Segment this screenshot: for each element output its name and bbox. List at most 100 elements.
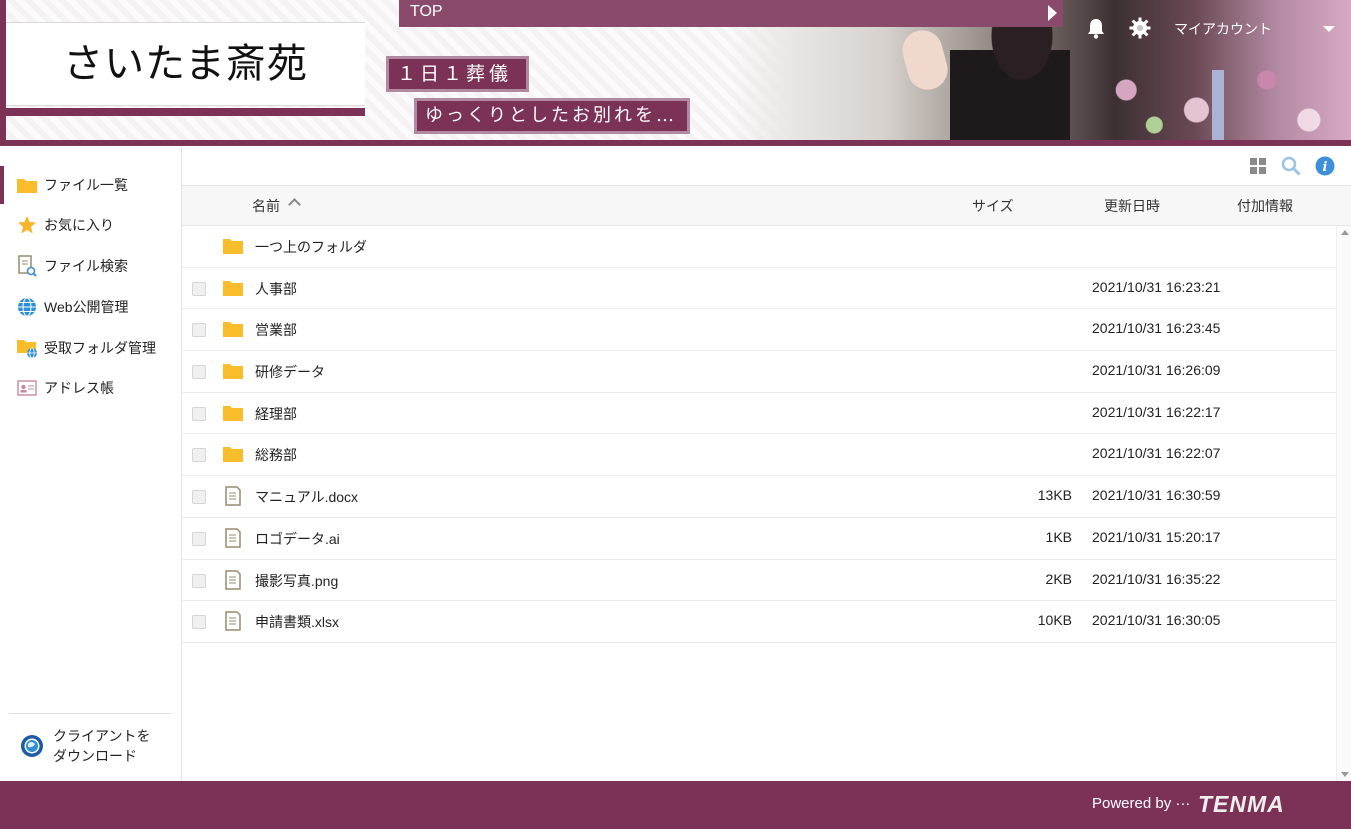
client-download-line2: ダウンロード [53,748,137,764]
sidebar-item-label: Web公開管理 [44,299,129,315]
tagline-farewell: ゆっくりとしたお別れを… [414,98,690,134]
row-checkbox[interactable] [192,365,206,380]
site-logo[interactable]: さいたま斎苑 [6,22,365,106]
folder-icon [223,405,243,421]
svg-text:i: i [1323,160,1328,175]
row-modified: 2021/10/31 16:30:59 [1092,487,1221,504]
row-checkbox[interactable] [192,615,206,630]
row-modified: 2021/10/31 16:26:09 [1092,362,1221,379]
folder-globe-icon [16,337,38,359]
column-extra-header[interactable]: 付加情報 [1237,196,1293,216]
caret-down-icon[interactable] [1323,26,1335,32]
sidebar-item-receive-folder[interactable]: 受取フォルダ管理 [0,329,181,367]
document-icon [225,569,241,590]
view-toolbar: i [182,146,1351,186]
row-checkbox[interactable] [192,448,206,463]
info-icon[interactable]: i [1315,156,1335,176]
file-row[interactable]: ロゴデータ.ai 1KB 2021/10/31 15:20:17 [182,518,1336,560]
top-nav-bar[interactable] [399,0,1043,27]
my-account-menu[interactable]: マイアカウント [1174,19,1272,39]
file-list: 一つ上のフォルダ 人事部 2021/10/31 16:23:21 営業部 2021/1… [182,226,1336,643]
row-name[interactable]: 総務部 [255,445,297,465]
row-name[interactable]: 申請書類.xlsx [255,612,339,632]
folder-icon [223,322,243,338]
folder-row[interactable]: 経理部 2021/10/31 16:22:17 [182,393,1336,435]
globe-icon [16,296,38,318]
row-modified: 2021/10/31 16:35:22 [1092,570,1221,587]
file-row[interactable]: 申請書類.xlsx 10KB 2021/10/31 16:30:05 [182,601,1336,643]
sidebar-item-favorites[interactable]: お気に入り [0,206,181,244]
file-list-header: 名前 サイズ 更新日時 付加情報 [182,186,1351,226]
folder-icon [223,239,243,254]
row-modified: 2021/10/31 16:22:07 [1092,445,1221,462]
folder-row[interactable]: 営業部 2021/10/31 16:23:45 [182,309,1336,352]
sidebar: ファイル一覧 お気に入り ファイル検索 Web公開管理 受取フォルダ管理 アドレ… [0,146,182,781]
row-name[interactable]: マニュアル.docx [255,487,358,507]
row-modified: 2021/10/31 16:23:45 [1092,320,1221,337]
top-link[interactable]: TOP [410,3,443,21]
column-name-header[interactable]: 名前 [252,196,280,216]
row-checkbox[interactable] [192,573,206,588]
folder-row[interactable]: 研修データ 2021/10/31 16:26:09 [182,351,1336,393]
row-size: 10KB [1037,612,1072,629]
header-banner: さいたま斎苑 TOP １日１葬儀 ゆっくりとしたお別れを… マイアカウント [0,0,1351,146]
scroll-up-arrow-icon[interactable] [1341,230,1349,235]
folder-icon [16,174,38,196]
sidebar-item-label: アドレス帳 [44,380,114,396]
folder-row[interactable]: 人事部 2021/10/31 16:23:21 [182,268,1336,310]
folder-row[interactable]: 総務部 2021/10/31 16:22:07 [182,434,1336,477]
file-list-scrollbar[interactable] [1336,226,1351,781]
grid-view-icon[interactable] [1248,156,1268,176]
row-name[interactable]: 撮影写真.png [255,571,338,591]
row-size: 1KB [1045,528,1072,545]
row-modified: 2021/10/31 16:22:17 [1092,403,1221,420]
tagline-one-day: １日１葬儀 [386,56,530,92]
sidebar-item-label: ファイル検索 [44,258,128,274]
gear-icon[interactable] [1129,17,1151,39]
column-modified-header[interactable]: 更新日時 [1104,196,1160,216]
row-name[interactable]: 営業部 [255,320,297,340]
logo-underline [6,108,365,116]
row-checkbox[interactable] [192,490,206,505]
row-size: 2KB [1045,570,1072,587]
row-name[interactable]: 人事部 [255,279,297,299]
tenma-logo: TENMA [1198,791,1285,817]
client-download-line1: クライアントを [53,728,151,744]
row-name[interactable]: 研修データ [255,362,325,382]
client-globe-icon [21,735,43,757]
row-name[interactable]: ロゴデータ.ai [255,529,340,549]
sidebar-item-file-list[interactable]: ファイル一覧 [0,166,181,204]
sidebar-item-file-search[interactable]: ファイル検索 [0,247,181,285]
scroll-down-arrow-icon[interactable] [1341,772,1349,777]
row-checkbox[interactable] [192,281,206,296]
column-size-header[interactable]: サイズ [972,196,1014,216]
row-checkbox[interactable] [192,323,206,338]
banner-candle [1212,70,1224,140]
footer: Powered by ··· TENMA [0,781,1351,829]
address-card-icon [16,377,38,399]
row-modified: 2021/10/31 15:20:17 [1092,528,1221,545]
powered-by-label: Powered by ··· [1092,795,1191,812]
banner-person [950,10,1070,140]
sidebar-item-web-publish[interactable]: Web公開管理 [0,288,181,326]
folder-icon [223,280,243,296]
star-icon [16,214,38,236]
client-download-link[interactable]: クライアントを ダウンロード [20,726,150,766]
folder-icon [223,364,243,380]
sidebar-item-label: お気に入り [44,217,114,233]
top-arrow-icon[interactable] [1043,0,1063,27]
search-icon[interactable] [1281,156,1301,176]
row-checkbox[interactable] [192,406,206,421]
up-folder-row[interactable]: 一つ上のフォルダ [182,226,1336,268]
sidebar-item-label: ファイル一覧 [44,177,128,193]
row-checkbox[interactable] [192,531,206,546]
sidebar-item-address-book[interactable]: アドレス帳 [0,369,181,407]
row-name[interactable]: 経理部 [255,404,297,424]
sort-ascending-icon[interactable] [288,198,301,211]
file-row[interactable]: 撮影写真.png 2KB 2021/10/31 16:35:22 [182,560,1336,602]
row-modified: 2021/10/31 16:30:05 [1092,612,1221,629]
file-row[interactable]: マニュアル.docx 13KB 2021/10/31 16:30:59 [182,476,1336,518]
row-modified: 2021/10/31 16:23:21 [1092,278,1221,295]
bell-icon[interactable] [1086,17,1106,39]
folder-icon [223,447,243,463]
